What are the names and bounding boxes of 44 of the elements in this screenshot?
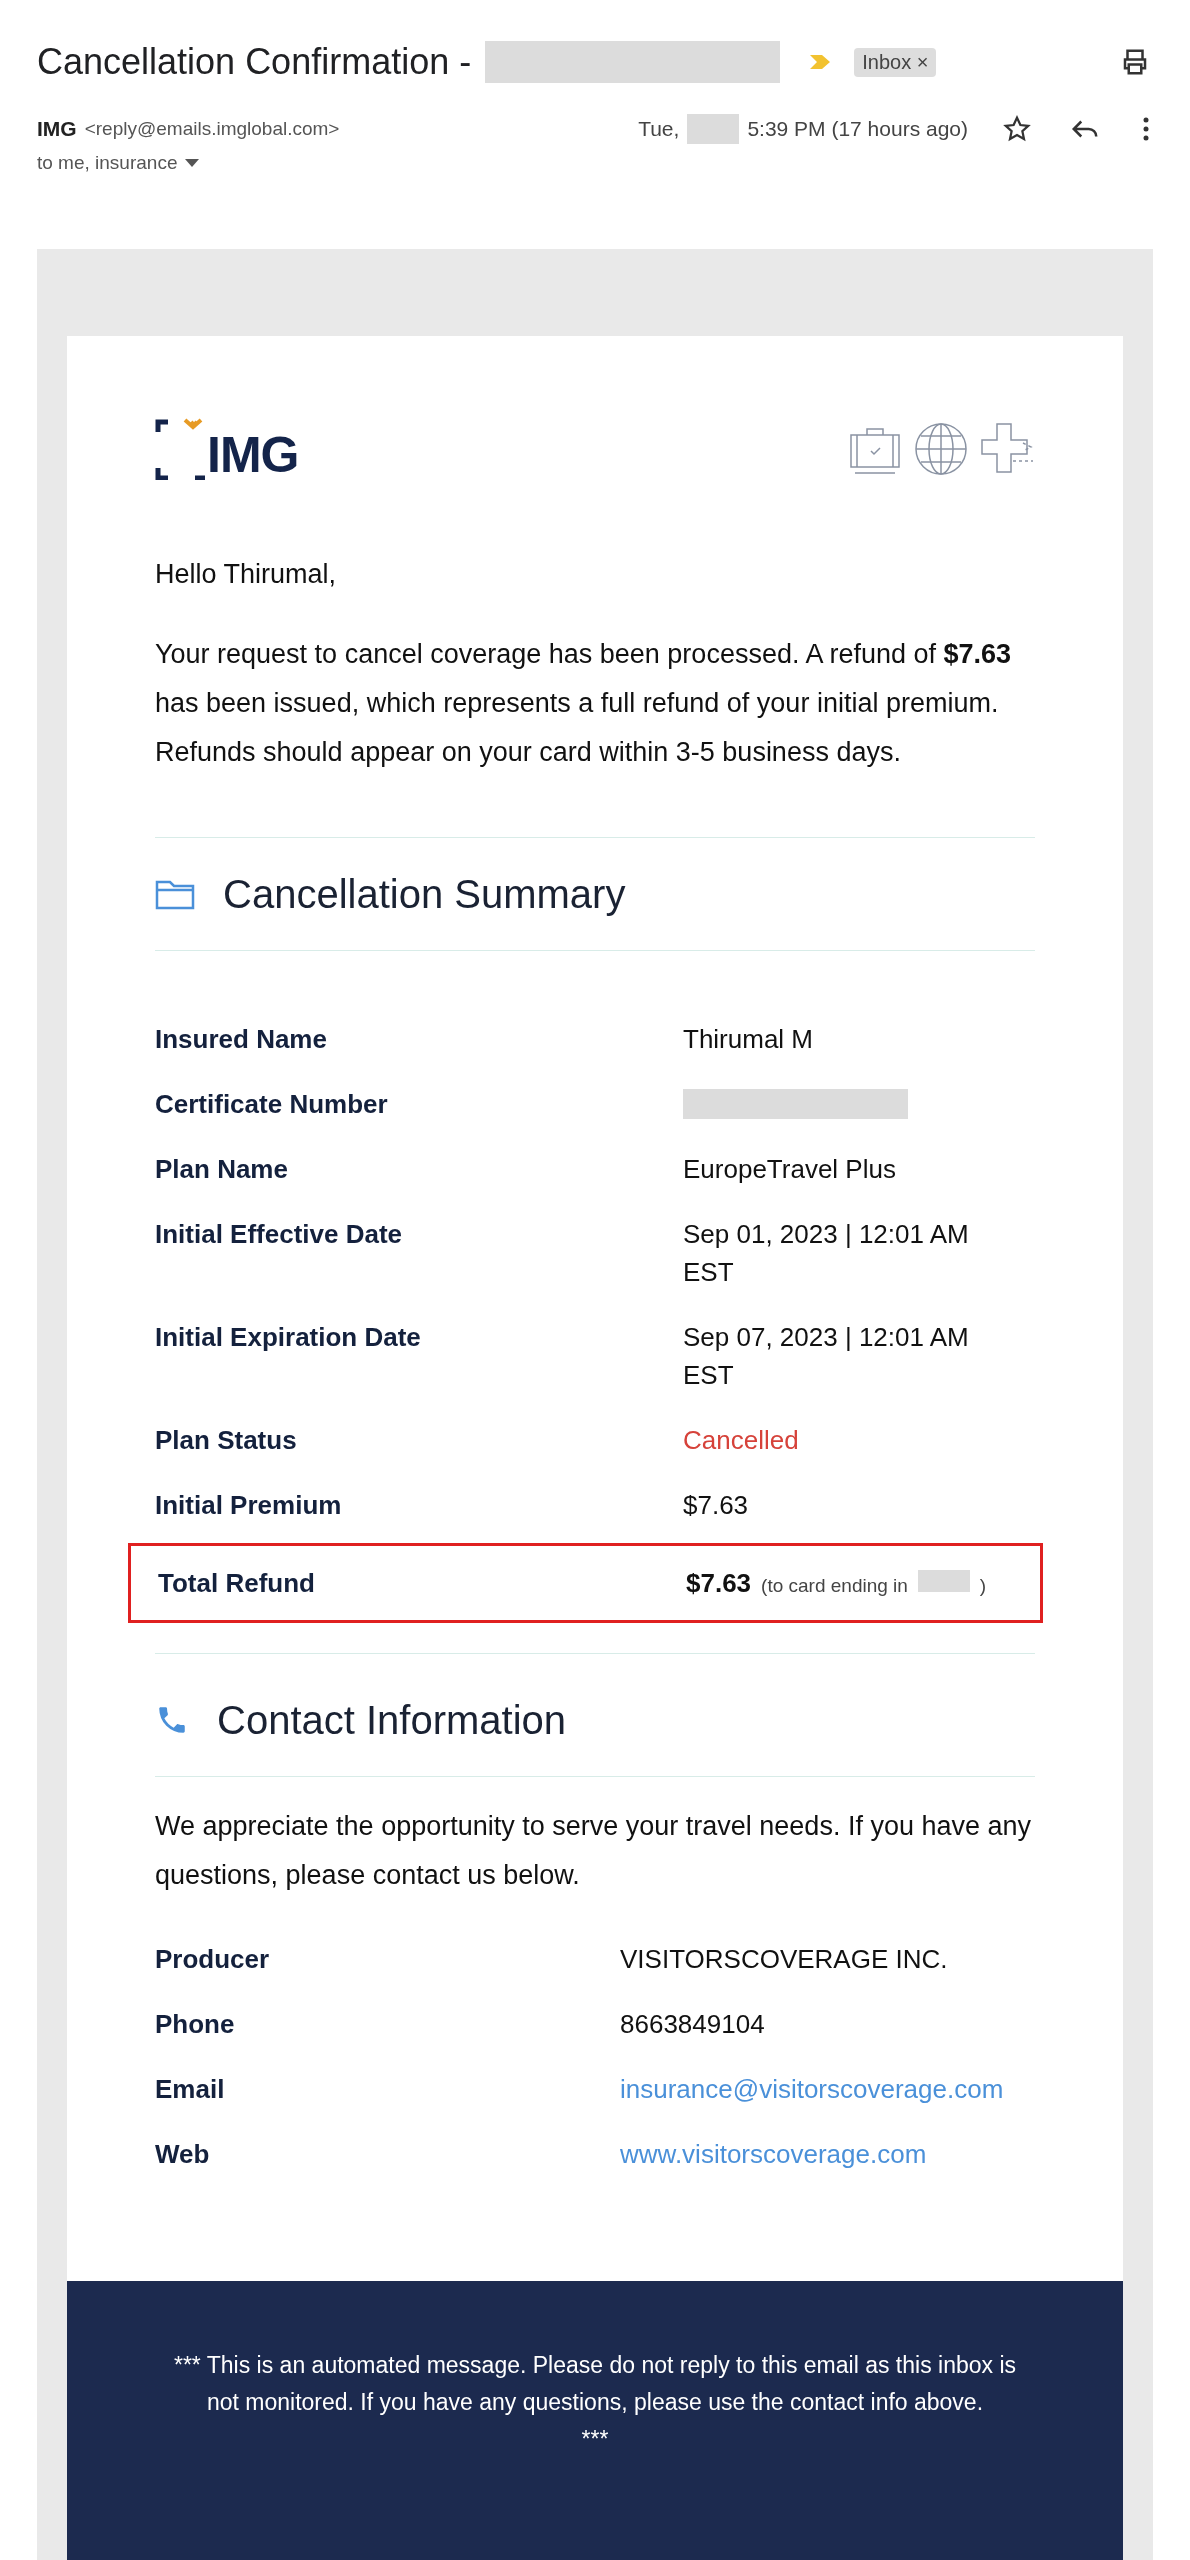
redaction-bar — [917, 1570, 970, 1592]
label-chip[interactable]: Inbox × — [854, 47, 937, 77]
row-label: Producer — [155, 1943, 271, 1976]
row-label: Plan Status — [155, 1424, 298, 1457]
row-value: Thirumal M — [683, 1024, 813, 1054]
row-value: Sep 01, 2023 | 12:01 AM EST — [683, 1219, 969, 1287]
row-label: Email — [155, 2073, 226, 2106]
row-value: VISITORSCOVERAGE INC. — [620, 1944, 948, 1974]
email-subject: Cancellation Confirmation - — [37, 41, 472, 83]
folder-icon — [155, 878, 195, 910]
section-title: Cancellation Summary — [223, 871, 626, 917]
row-label: Insured Name — [155, 1023, 328, 1056]
sender-address: <reply@emails.imglobal.com> — [84, 118, 340, 140]
row-label: Plan Name — [155, 1153, 289, 1186]
contact-paragraph: We appreciate the opportunity to serve your travel needs. If you have any questions, please contact us below. — [155, 1810, 1032, 1892]
row-label: Initial Effective Date — [155, 1218, 404, 1251]
caret-icon — [185, 159, 200, 167]
row-label: Initial Expiration Date — [155, 1321, 422, 1354]
intro-paragraph: Your request to cancel coverage has been processed. A refund of $7.63 has been issued, which represents a full refund of your initial premium. Refunds should appear on your card within 3-5 business days. — [155, 638, 1013, 769]
row-label: Total Refund — [158, 1567, 316, 1600]
row-value: EuropeTravel Plus — [683, 1154, 896, 1184]
time-text: 5:39 PM (17 hours ago) — [747, 117, 968, 141]
row-label: Web — [155, 2138, 211, 2171]
globe-icon — [913, 421, 969, 477]
row-value: $7.63 — [683, 1490, 749, 1520]
card-note: (to card ending in — [761, 1575, 908, 1597]
section-title: Contact Information — [217, 1697, 567, 1743]
refund-value: $7.63 — [686, 1567, 752, 1600]
footer-text: *** — [581, 2425, 609, 2454]
row-value: Sep 07, 2023 | 12:01 AM EST — [683, 1322, 969, 1390]
recipients-toggle[interactable]: to me, insurance — [37, 152, 200, 174]
date-text: Tue, — [638, 117, 680, 141]
row-label: Certificate Number — [155, 1088, 389, 1121]
status-value: Cancelled — [683, 1425, 799, 1455]
row-label: Phone — [155, 2008, 236, 2041]
row-value: 8663849104 — [620, 2009, 765, 2039]
sender-name: IMG — [37, 117, 77, 141]
card-note: ) — [979, 1575, 986, 1597]
img-logo: IMG — [155, 418, 299, 480]
row-label: Initial Premium — [155, 1489, 343, 1522]
greeting-text: Hello Thirumal, — [155, 559, 338, 590]
star-icon[interactable] — [1002, 114, 1032, 144]
footer-text: *** This is an automated message. Please do not reply to this email as this inbox is not monitored. If you have any questions, please use the contact info above. — [172, 2351, 1018, 2417]
more-icon[interactable] — [1142, 116, 1150, 142]
